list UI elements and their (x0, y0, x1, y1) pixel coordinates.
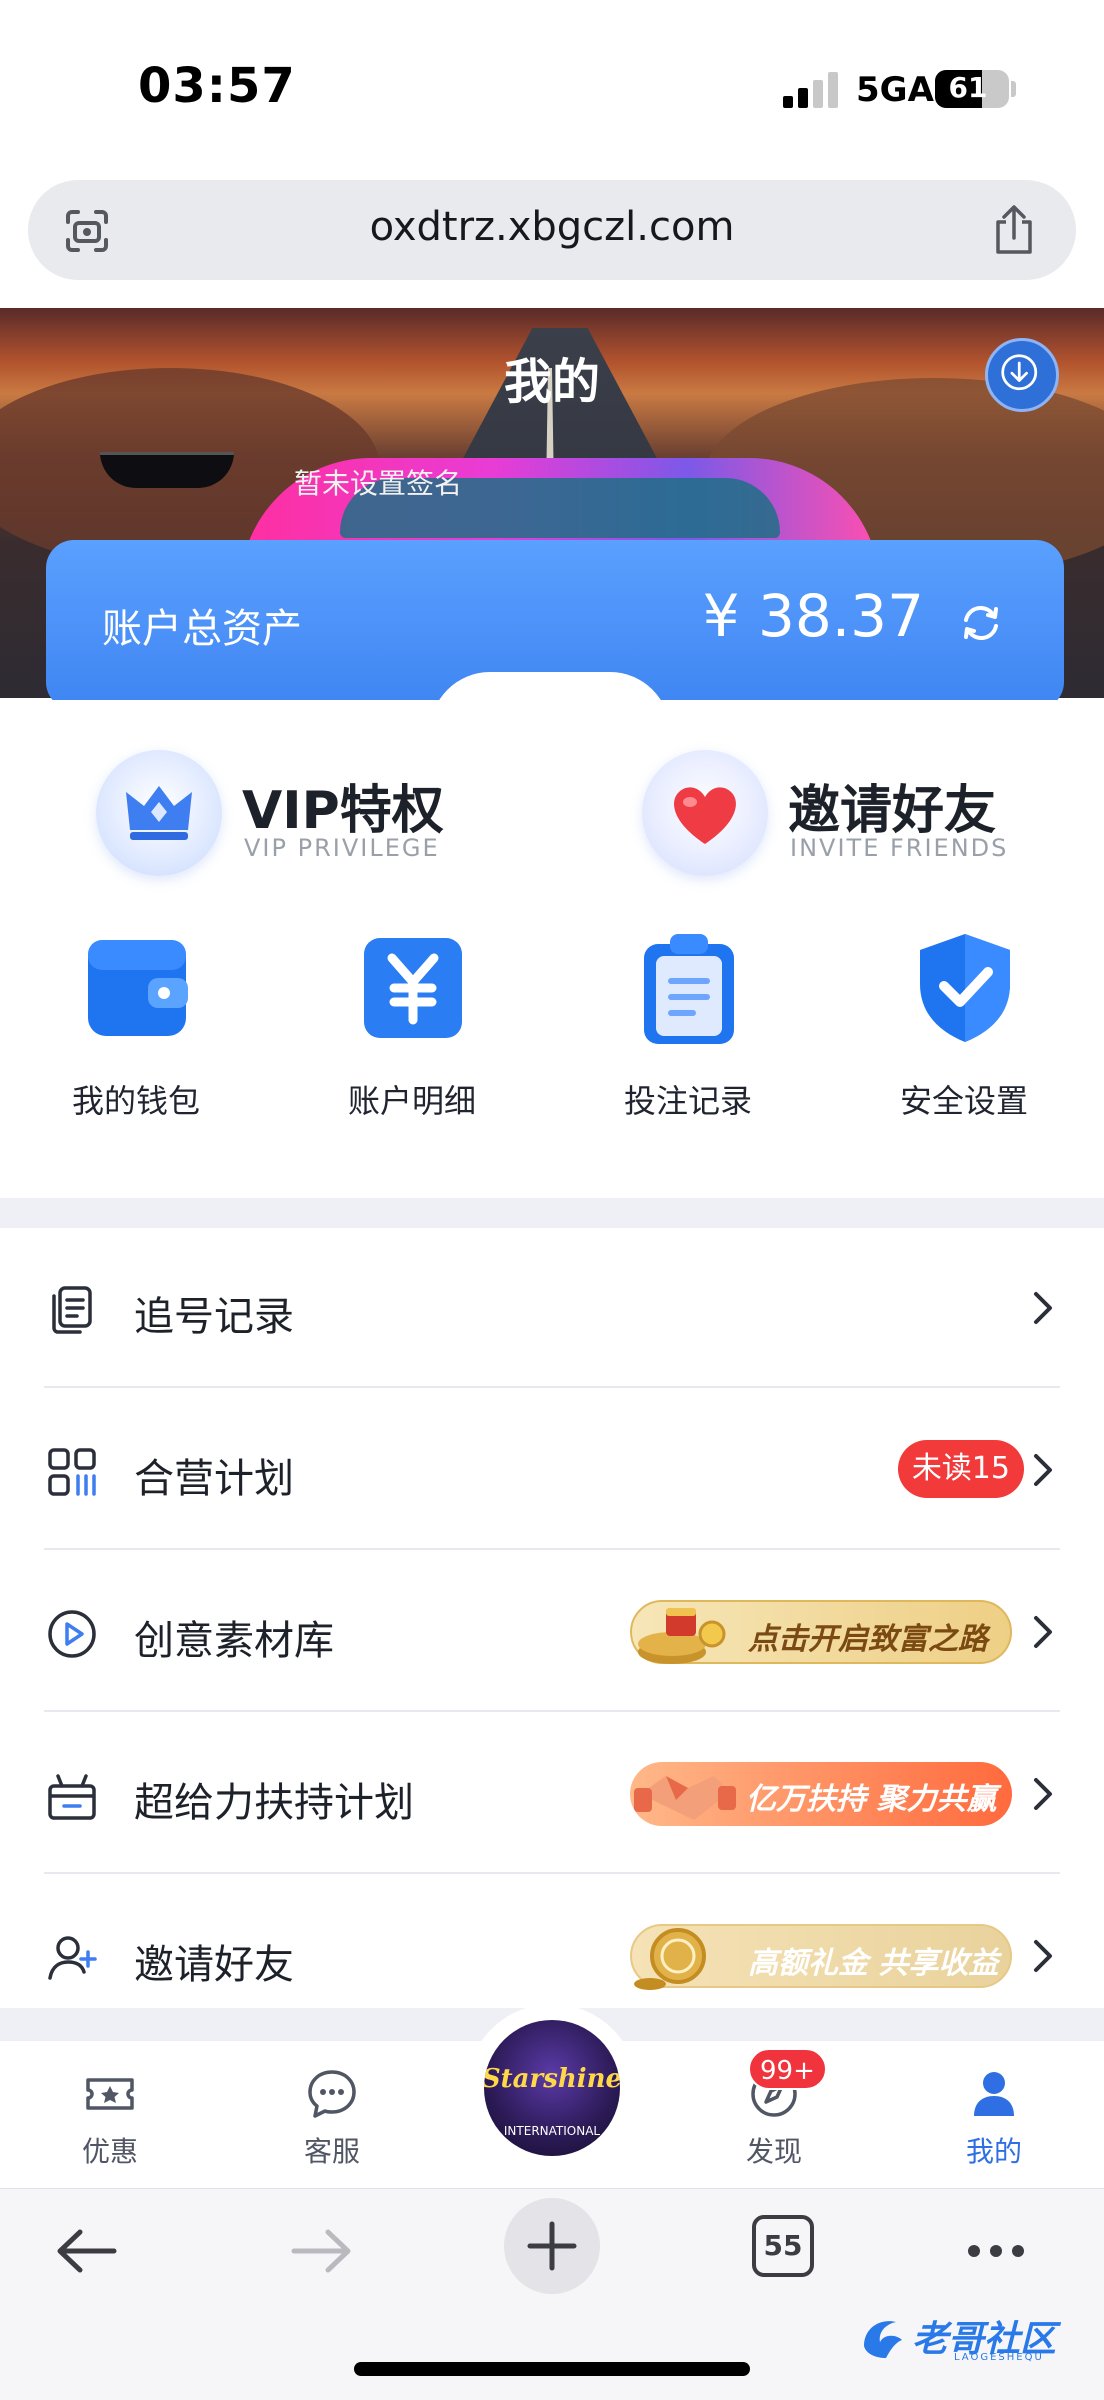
promo-text: 亿万扶持 聚力共赢 (746, 1782, 997, 1817)
tab-label: 我的 (965, 2135, 1022, 2168)
clipboard-icon (644, 934, 734, 1044)
menu-label: 追号记录 (134, 1294, 294, 1340)
gift-box-icon (48, 1774, 96, 1820)
menu-item-creative-library[interactable]: 创意素材库 点击开启致富之路 (44, 1550, 1060, 1712)
security-label: 安全设置 (899, 1082, 1028, 1120)
promo-banner-support[interactable]: 亿万扶持 聚力共赢 (630, 1762, 1012, 1826)
promo-banner-gift[interactable]: 高额礼金 共享收益 (630, 1924, 1012, 1990)
crown-icon (96, 750, 222, 876)
vip-title: VIP特权 (242, 781, 444, 841)
person-icon (974, 2072, 1014, 2116)
quick-action-bet-records[interactable]: 投注记录 (588, 930, 788, 1130)
watermark-logo: 老哥社区 LAOGESHEQU (862, 2306, 1092, 2370)
copy-list-icon (52, 1286, 92, 1334)
promo-banner-wealth[interactable]: 点击开启致富之路 (630, 1600, 1012, 1664)
vip-privilege-card[interactable]: VIP特权 VIP PRIVILEGE (96, 750, 456, 880)
menu-label: 邀请好友 (134, 1942, 294, 1988)
invite-title: 邀请好友 (788, 781, 997, 841)
share-icon[interactable] (990, 204, 1038, 256)
tab-customer-service[interactable]: 客服 (262, 2052, 402, 2182)
battery-icon: 61 (935, 70, 1009, 108)
tab-label: 优惠 (81, 2135, 138, 2168)
heart-icon (642, 750, 768, 876)
grid-icon (48, 1448, 96, 1496)
unread-badge: 未读15 (897, 1440, 1024, 1498)
avatar[interactable] (100, 452, 234, 488)
quick-action-wallet[interactable]: 我的钱包 (36, 930, 236, 1130)
vip-subtitle: VIP PRIVILEGE (244, 834, 440, 862)
refresh-icon[interactable] (956, 598, 1006, 648)
home-indicator[interactable] (354, 2362, 750, 2376)
account-details-label: 账户明细 (347, 1082, 476, 1120)
promo-text: 点击开启致富之路 (748, 1622, 988, 1657)
tab-promotions[interactable]: 优惠 (40, 2052, 180, 2182)
quick-action-security[interactable]: 安全设置 (864, 930, 1064, 1130)
handshake-icon (634, 1776, 736, 1820)
shield-check-icon (920, 934, 1010, 1042)
page-title: 我的 (503, 354, 600, 410)
tab-label: 客服 (303, 2135, 360, 2168)
tab-switcher-button[interactable]: 55 (752, 2215, 814, 2277)
yuan-icon (364, 938, 462, 1038)
wallet-icon (88, 940, 188, 1036)
more-dots-icon[interactable] (956, 2216, 1036, 2286)
menu-item-chase-records[interactable]: 追号记录 (44, 1226, 1060, 1388)
signature-text[interactable]: 暂未设置签名 (294, 462, 462, 502)
logo-subtext: INTERNATIONAL (503, 2124, 601, 2138)
menu-label: 创意素材库 (134, 1618, 334, 1664)
menu-label: 超给力扶持计划 (134, 1780, 414, 1826)
play-circle-icon (48, 1610, 96, 1658)
quick-action-account-details[interactable]: 账户明细 (312, 930, 512, 1130)
invite-friends-card[interactable]: 邀请好友 INVITE FRIENDS (642, 750, 1042, 880)
logo-text: Starshine (484, 2064, 620, 2094)
tab-mine[interactable]: 我的 (924, 2052, 1064, 2182)
chevron-right-icon (1034, 1292, 1052, 1324)
status-time: 03:57 (138, 58, 296, 114)
total-assets-label: 账户总资产 (102, 606, 302, 652)
app-screen: 03:57 5GA 61 oxdtrz.xbgczl.com 我的 暂未设置签名… (0, 0, 1104, 2400)
status-bar: 03:57 5GA 61 (0, 0, 1104, 170)
wallet-label: 我的钱包 (71, 1082, 200, 1120)
tab-label: 发现 (745, 2135, 802, 2168)
chevron-right-icon (1034, 1940, 1052, 1972)
discover-badge: 99+ (748, 2048, 827, 2090)
ticket-star-icon (86, 2078, 134, 2110)
battery-level: 61 (948, 71, 988, 104)
menu-item-partner-plan[interactable]: 合营计划 未读15 (44, 1388, 1060, 1550)
network-type: 5GA (856, 70, 934, 110)
menu-label: 合营计划 (134, 1456, 294, 1502)
address-bar[interactable]: oxdtrz.xbgczl.com (28, 180, 1076, 280)
download-button[interactable] (985, 338, 1059, 412)
new-tab-button[interactable] (504, 2198, 600, 2294)
invite-subtitle: INVITE FRIENDS (790, 834, 1009, 862)
dragon-icon (864, 2321, 902, 2358)
plus-icon (527, 2221, 577, 2271)
forward-arrow-icon[interactable] (280, 2216, 360, 2286)
chevron-right-icon (1034, 1778, 1052, 1810)
section-divider (0, 1198, 1104, 1228)
watermark-subtext: LAOGESHEQU (954, 2352, 1044, 2363)
promo-text: 高额礼金 共享收益 (748, 1946, 999, 1981)
chevron-right-icon (1034, 1616, 1052, 1648)
url-text[interactable]: oxdtrz.xbgczl.com (28, 204, 1076, 250)
menu-item-support-plan[interactable]: 超给力扶持计划 亿万扶持 聚力共赢 (44, 1712, 1060, 1874)
center-home-logo[interactable]: Starshine INTERNATIONAL (484, 2020, 620, 2156)
gold-coins-icon (638, 1608, 726, 1664)
bet-records-label: 投注记录 (623, 1082, 752, 1120)
user-plus-icon (48, 1936, 97, 1980)
total-assets-value: ¥ 38.37 (702, 582, 924, 650)
chevron-right-icon (1034, 1454, 1052, 1486)
download-circle-icon (1001, 354, 1038, 391)
back-arrow-icon[interactable] (48, 2216, 128, 2286)
chat-icon (308, 2070, 356, 2118)
coin-icon (634, 1928, 706, 1990)
cellular-signal-icon (783, 72, 843, 108)
